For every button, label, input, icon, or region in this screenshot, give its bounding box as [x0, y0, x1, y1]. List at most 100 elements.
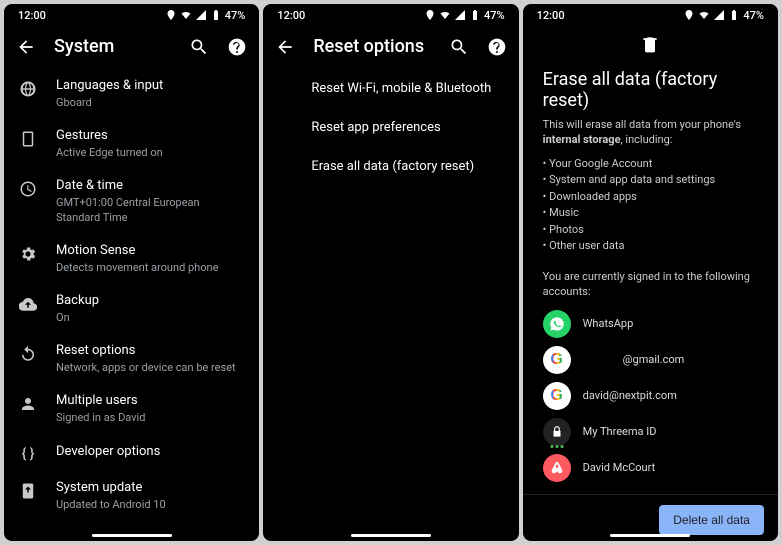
reset-options-screen: 12:00 47% Reset options Reset Wi-Fi, mob… [263, 4, 518, 541]
erase-lead: This will erase all data from your phone… [543, 117, 758, 148]
account-label: WhatsApp [583, 317, 634, 330]
signal-icon [713, 9, 725, 21]
item-title: Date & time [56, 178, 243, 195]
location-icon [683, 9, 695, 21]
backup-item[interactable]: BackupOn [4, 284, 259, 334]
item-sub: Active Edge turned on [56, 146, 243, 160]
braces-icon: { } [18, 444, 38, 462]
google-icon: G [543, 346, 571, 374]
status-battery: 47% [225, 9, 246, 22]
cloud-upload-icon [19, 295, 37, 313]
item-title: Multiple users [56, 393, 243, 410]
languages-input-item[interactable]: Languages & inputGboard [4, 69, 259, 119]
gestures-icon [19, 130, 37, 148]
item-sub: Gboard [56, 96, 243, 110]
erase-title: Erase all data (factory reset) [543, 69, 758, 111]
item-title: Backup [56, 293, 243, 310]
help-icon[interactable] [227, 37, 247, 57]
erase-bullets: Your Google Account System and app data … [543, 156, 758, 255]
reset-icon [19, 345, 37, 363]
nav-bar[interactable] [351, 534, 431, 537]
battery-icon [728, 9, 740, 21]
account-label: David McCourt [583, 461, 656, 474]
status-bar: 12:00 47% [4, 4, 259, 26]
threema-icon [543, 418, 571, 446]
item-sub: Network, apps or device can be reset [56, 361, 243, 375]
user-icon [19, 395, 37, 413]
google-icon: G [543, 382, 571, 410]
clock-icon [19, 180, 37, 198]
status-time: 12:00 [537, 9, 565, 22]
status-time: 12:00 [18, 9, 46, 22]
nav-bar[interactable] [610, 534, 690, 537]
bullet: Downloaded apps [543, 189, 758, 206]
account-label: david@nextpit.com [583, 389, 677, 402]
item-sub: GMT+01:00 Central European Standard Time [56, 196, 243, 225]
account-label: My Threema ID [583, 425, 657, 438]
back-icon[interactable] [16, 37, 36, 57]
status-icons: 47% [165, 9, 246, 22]
reset-app-prefs-item[interactable]: Reset app preferences [263, 108, 518, 147]
status-battery: 47% [743, 9, 764, 22]
account-whatsapp[interactable]: WhatsApp [543, 310, 758, 338]
page-title: System [54, 36, 171, 57]
gestures-item[interactable]: GesturesActive Edge turned on [4, 119, 259, 169]
erase-content: Erase all data (factory reset) This will… [523, 26, 778, 494]
nav-bar[interactable] [92, 534, 172, 537]
delete-all-data-button[interactable]: Delete all data [659, 505, 764, 535]
item-sub: Detects movement around phone [56, 261, 243, 275]
reset-options-item[interactable]: Reset optionsNetwork, apps or device can… [4, 334, 259, 384]
item-title: Developer options [56, 444, 243, 461]
battery-icon [210, 9, 222, 21]
app-bar: System [4, 26, 259, 69]
status-time: 12:00 [277, 9, 305, 22]
location-icon [165, 9, 177, 21]
system-update-item[interactable]: System updateUpdated to Android 10 [4, 471, 259, 521]
date-time-item[interactable]: Date & timeGMT+01:00 Central European St… [4, 169, 259, 233]
account-airbnb[interactable]: David McCourt [543, 454, 758, 482]
system-screen: 12:00 47% System Languages & inputGboard… [4, 4, 259, 541]
wifi-icon [180, 9, 192, 21]
wifi-icon [439, 9, 451, 21]
airbnb-icon [543, 454, 571, 482]
account-google-1[interactable]: G @gmail.com [543, 346, 758, 374]
signal-icon [195, 9, 207, 21]
gear-icon [19, 245, 37, 263]
page-title: Reset options [313, 36, 430, 57]
whatsapp-icon [543, 310, 571, 338]
search-icon[interactable] [189, 37, 209, 57]
item-title: Gestures [56, 128, 243, 145]
item-title: Motion Sense [56, 243, 243, 260]
wifi-icon [698, 9, 710, 21]
bullet: Other user data [543, 238, 758, 255]
help-icon[interactable] [487, 37, 507, 57]
item-title: Reset options [56, 343, 243, 360]
update-icon [19, 482, 37, 500]
status-icons: 47% [683, 9, 764, 22]
developer-options-item[interactable]: { } Developer options [4, 435, 259, 471]
account-threema[interactable]: My Threema ID [543, 418, 758, 446]
reset-wifi-item[interactable]: Reset Wi-Fi, mobile & Bluetooth [263, 69, 518, 108]
account-label: @gmail.com [623, 353, 685, 366]
motion-sense-item[interactable]: Motion SenseDetects movement around phon… [4, 234, 259, 284]
status-bar: 12:00 47% [263, 4, 518, 26]
reset-list: Reset Wi-Fi, mobile & Bluetooth Reset ap… [263, 69, 518, 541]
signal-icon [454, 9, 466, 21]
status-bar: 12:00 47% [523, 4, 778, 26]
trash-icon [543, 34, 758, 57]
signed-in-text: You are currently signed in to the follo… [543, 269, 758, 300]
multiple-users-item[interactable]: Multiple usersSigned in as David [4, 384, 259, 434]
back-icon[interactable] [275, 37, 295, 57]
bullet: System and app data and settings [543, 172, 758, 189]
status-icons: 47% [424, 9, 505, 22]
bullet: Your Google Account [543, 156, 758, 173]
item-title: System update [56, 480, 243, 497]
battery-icon [469, 9, 481, 21]
search-icon[interactable] [449, 37, 469, 57]
account-google-2[interactable]: G david@nextpit.com [543, 382, 758, 410]
bullet: Music [543, 205, 758, 222]
erase-all-data-item[interactable]: Erase all data (factory reset) [263, 147, 518, 186]
item-sub: On [56, 311, 243, 325]
location-icon [424, 9, 436, 21]
status-battery: 47% [484, 9, 505, 22]
